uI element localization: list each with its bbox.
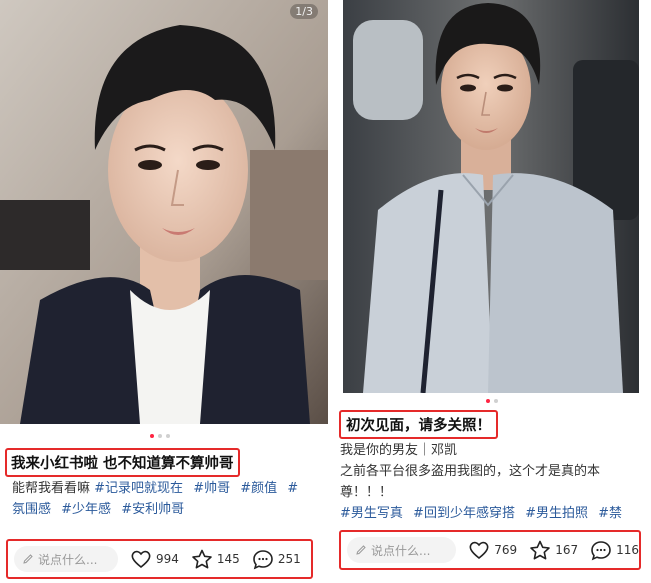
right-post-action-bar: 说点什么... 769 167 116 xyxy=(339,530,641,570)
carousel-dots xyxy=(486,399,498,403)
pencil-icon xyxy=(356,545,366,555)
like-button[interactable]: 769 xyxy=(468,540,517,560)
favorite-count: 145 xyxy=(216,552,240,566)
hashtag-link[interactable]: #男生写真 xyxy=(340,506,403,521)
right-post-photo[interactable] xyxy=(343,0,639,393)
image-page-indicator: 1/3 xyxy=(290,4,318,19)
like-button[interactable]: 994 xyxy=(130,549,179,569)
favorite-count: 167 xyxy=(555,543,579,557)
hashtag-link[interactable]: #回到少年感穿搭 xyxy=(413,506,515,521)
carousel-dot xyxy=(166,434,170,438)
comment-input[interactable]: 说点什么... xyxy=(14,546,118,572)
carousel-dot xyxy=(494,399,498,403)
comment-placeholder: 说点什么... xyxy=(371,543,431,558)
carousel-dot-active xyxy=(486,399,490,403)
body-text-segment: 之前各平台很多盗用我图的，这个才是真的本 xyxy=(340,464,601,479)
left-post-action-bar: 说点什么... 994 145 251 xyxy=(6,539,313,579)
hashtag-link[interactable]: #禁 xyxy=(598,506,622,521)
portrait-image-right xyxy=(343,0,639,393)
hashtag-link[interactable]: #男生拍照 xyxy=(525,506,588,521)
portrait-image-left xyxy=(0,0,328,424)
comment-button[interactable]: 116 xyxy=(590,540,639,561)
star-icon xyxy=(530,540,550,559)
body-line: 尊！！！ xyxy=(340,482,645,503)
favorite-button[interactable]: 145 xyxy=(191,549,240,570)
comment-count: 251 xyxy=(277,552,301,566)
like-count: 769 xyxy=(494,543,518,557)
comment-button[interactable]: 251 xyxy=(252,549,301,570)
body-line: 氛围感 #少年感 #安利帅哥 xyxy=(12,499,312,520)
carousel-dots xyxy=(150,434,170,438)
left-post-title: 我来小红书啦 也不知道算不算帅哥 xyxy=(5,448,240,477)
left-post-photo[interactable]: 1/3 xyxy=(0,0,328,424)
comment-input[interactable]: 说点什么... xyxy=(347,537,457,563)
body-line: 能帮我看看嘛 #记录吧就现在 #帅哥 #颜值 # xyxy=(12,478,312,499)
body-text-segment: 我是你的男友｜邓凯 xyxy=(340,443,458,458)
body-text-segment: 能帮我看看嘛 xyxy=(12,481,91,496)
comment-bubble-icon xyxy=(253,549,273,569)
heart-icon xyxy=(131,550,151,569)
right-post-title: 初次见面，请多关照！ xyxy=(339,410,498,439)
heart-icon xyxy=(469,541,489,560)
comment-placeholder: 说点什么... xyxy=(38,552,98,567)
hashtag-link[interactable]: 氛围感 xyxy=(12,502,51,517)
body-line: 之前各平台很多盗用我图的，这个才是真的本 xyxy=(340,461,645,482)
body-line: 我是你的男友｜邓凯 xyxy=(340,440,645,461)
screenshot-collage: 1/3 我来小红书啦 也不知道算不算帅哥 能帮我看看嘛 #记录吧就现在 #帅哥 … xyxy=(0,0,651,583)
hashtag-link[interactable]: #少年感 xyxy=(61,502,111,517)
hashtag-link[interactable]: #安利帅哥 xyxy=(121,502,184,517)
star-icon xyxy=(192,549,212,568)
pencil-icon xyxy=(23,554,33,564)
like-count: 994 xyxy=(156,552,179,566)
comment-bubble-icon xyxy=(591,540,611,560)
carousel-dot-active xyxy=(150,434,154,438)
hashtag-link[interactable]: #记录吧就现在 xyxy=(94,481,183,496)
favorite-button[interactable]: 167 xyxy=(529,540,578,561)
carousel-dot xyxy=(158,434,162,438)
right-post-body: 我是你的男友｜邓凯 之前各平台很多盗用我图的，这个才是真的本 尊！！！ #男生写… xyxy=(340,440,645,524)
body-text-segment: 尊！！！ xyxy=(340,485,393,500)
body-line: #男生写真 #回到少年感穿搭 #男生拍照 #禁 xyxy=(340,503,645,524)
hashtag-link[interactable]: #颜值 xyxy=(240,481,277,496)
hashtag-link[interactable]: # xyxy=(287,481,298,496)
hashtag-link[interactable]: #帅哥 xyxy=(193,481,230,496)
left-post-body: 能帮我看看嘛 #记录吧就现在 #帅哥 #颜值 # 氛围感 #少年感 #安利帅哥 xyxy=(12,478,312,520)
comment-count: 116 xyxy=(616,543,639,557)
